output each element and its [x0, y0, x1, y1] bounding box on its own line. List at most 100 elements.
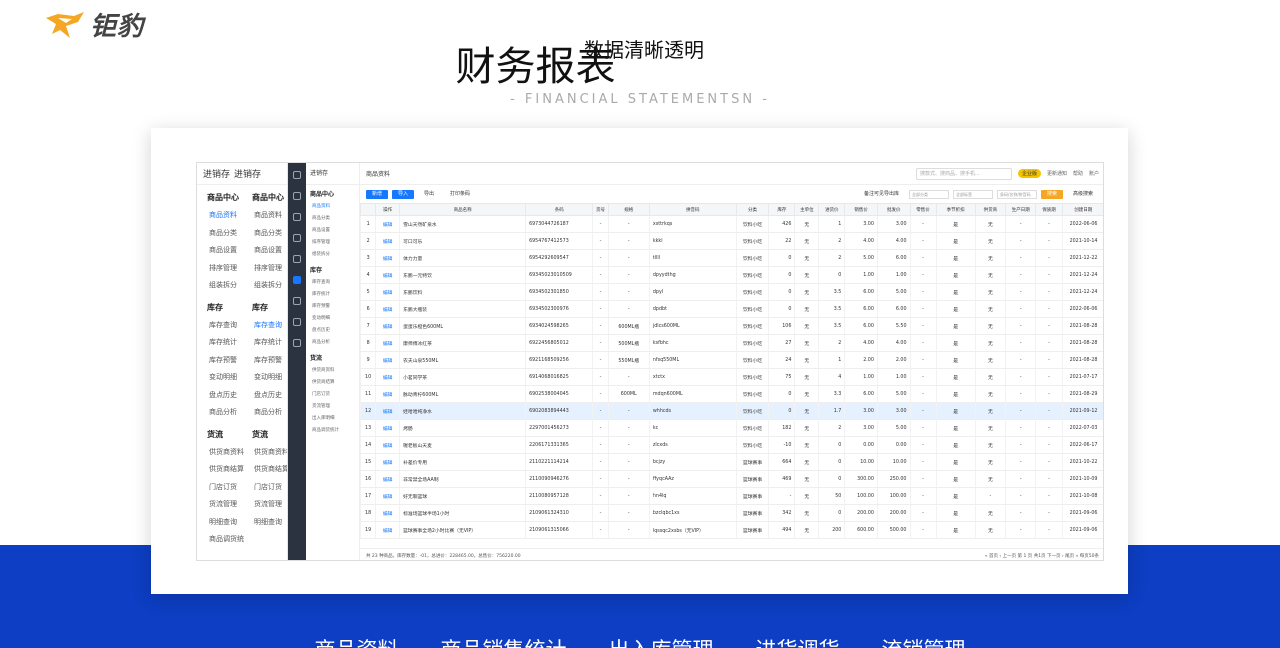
nav-item[interactable]: 库存查询 — [197, 317, 242, 335]
table-row[interactable]: 4 编辑 东鹏一元特饮 69345023010509- - dpyydthg 饮料小吃 0 无 0… — [359, 266, 1103, 284]
shield-icon[interactable] — [293, 234, 301, 242]
table-row[interactable]: 12 编辑 娃哈哈纯净水 6902083894443- - whhcds 饮料小吃 0 无 1.7… — [359, 402, 1103, 420]
search-input[interactable]: 搜款式、搜商品、搜手机... — [915, 167, 1012, 180]
nav-item[interactable]: 商品资料 — [197, 207, 242, 225]
column-header[interactable]: 拼音码 — [648, 203, 737, 216]
nav-item[interactable]: 供货商资料 — [242, 444, 287, 462]
table-row[interactable]: 13 编辑 烤肠 2297001456273- - kc 饮料小吃 182 无 2 3.00 5.00… — [359, 419, 1103, 437]
table-row[interactable]: 18 编辑 标准场篮球半场1小时 2109061324310- - bzclqbc1xs 篮… — [359, 504, 1103, 522]
nav-item[interactable]: 明细查询 — [242, 514, 287, 532]
nav-item[interactable]: 商品调货统 — [197, 531, 244, 549]
nav-item[interactable]: 变动明细 — [306, 313, 359, 325]
edit-link[interactable]: 编辑 — [375, 521, 400, 539]
tv-icon[interactable] — [293, 318, 301, 326]
pager[interactable]: « 首页 ‹ 上一页 第 1 页 共1页 下一页 › 尾页 » 每页50条 — [985, 553, 1099, 559]
edit-link[interactable]: 编辑 — [375, 402, 400, 420]
column-header[interactable] — [359, 203, 377, 216]
column-header[interactable]: 批发价 — [876, 203, 911, 216]
column-header[interactable]: 商品名称 — [399, 203, 527, 216]
tag-select[interactable]: 全部标签 — [952, 189, 993, 199]
nav-item[interactable]: 供货商结算 — [197, 461, 244, 479]
edit-link[interactable]: 编辑 — [375, 232, 400, 250]
nav-item[interactable]: 排序管理 — [306, 237, 359, 249]
search-button[interactable]: 搜索 — [1040, 189, 1063, 199]
advanced-search-button[interactable]: 高级搜索 — [1067, 190, 1099, 199]
bottom-nav-item[interactable]: 商品资料 — [315, 634, 399, 648]
edit-link[interactable]: 编辑 — [375, 300, 400, 318]
nav-item[interactable]: 商品分类 — [306, 213, 359, 225]
column-header[interactable]: 进货价 — [818, 203, 846, 216]
table-row[interactable]: 1 编辑 雪山天然矿泉水 6973044726187- - xsttrkqs 饮料小吃 426… — [359, 215, 1103, 233]
edit-link[interactable]: 编辑 — [375, 368, 400, 386]
table-row[interactable]: 8 编辑 康师傅冰红茶 6922456805012-500ML瓶 ksfbhc 饮料小吃 2… — [359, 334, 1103, 352]
table-row[interactable]: 6 编辑 东鹏大瓶装 6934502300976- - dpdbt 饮料小吃 0 无 3.5 6.0… — [359, 300, 1103, 318]
nav-item[interactable]: 商品分类 — [242, 225, 287, 243]
nav-item[interactable]: 商品分类 — [197, 225, 242, 243]
keyword-input[interactable]: 条码/名称/拼音码 — [996, 189, 1037, 199]
edit-link[interactable]: 编辑 — [375, 419, 400, 437]
edit-link[interactable]: 编辑 — [375, 487, 400, 505]
edit-link[interactable]: 编辑 — [375, 249, 400, 267]
edit-link[interactable]: 编辑 — [375, 351, 400, 369]
nav-item[interactable]: 商品资料 — [306, 201, 359, 213]
column-header[interactable]: 零售价 — [909, 203, 937, 216]
nav-item[interactable]: 库存统计 — [242, 334, 287, 352]
nav-item[interactable]: 库存统计 — [306, 289, 359, 301]
nav-item[interactable]: 盘点历史 — [242, 387, 287, 405]
nav-item[interactable]: 组装拆分 — [242, 277, 287, 295]
inventory-icon[interactable] — [293, 276, 301, 284]
bottom-nav-item[interactable]: 进货调货 — [756, 634, 840, 648]
nav-item[interactable]: 商品分析 — [242, 404, 287, 422]
menu-icon[interactable] — [293, 339, 301, 347]
nav-item[interactable]: 出入库明细 — [306, 413, 359, 425]
table-row[interactable]: 5 编辑 东鹏饮料 6934502301850- - dpyl 饮料小吃 0 无 3.5 6.00 5… — [359, 283, 1103, 301]
column-header[interactable]: 货号 — [592, 203, 609, 216]
edit-link[interactable]: 编辑 — [375, 215, 400, 233]
column-header[interactable]: 库存 — [768, 203, 796, 216]
nav-item[interactable]: 组装拆分 — [197, 277, 242, 295]
edit-link[interactable]: 编辑 — [375, 385, 400, 403]
edit-link[interactable]: 编辑 — [375, 453, 400, 471]
nav-item[interactable]: 库存预警 — [306, 301, 359, 313]
edit-link[interactable]: 编辑 — [375, 504, 400, 522]
nav-item[interactable]: 门店订货 — [197, 479, 242, 497]
edit-link[interactable]: 编辑 — [375, 283, 400, 301]
nav-item[interactable]: 供货商结算 — [306, 377, 359, 389]
notice-link[interactable]: 更新通知 — [1047, 170, 1067, 177]
new-button[interactable]: 新增 — [366, 189, 389, 199]
column-header[interactable]: 销售价 — [844, 203, 878, 216]
nav-item[interactable]: 货流管理 — [242, 496, 287, 514]
logo-icon[interactable] — [293, 171, 301, 179]
nav-item[interactable]: 供货商资料 — [306, 365, 359, 377]
nav-item[interactable]: 盘点历史 — [197, 387, 242, 405]
column-header[interactable]: 生产日期 — [1005, 203, 1037, 216]
nav-item[interactable]: 变动明细 — [242, 369, 287, 387]
nav-item[interactable]: 供货商结算 — [242, 461, 287, 479]
home-icon[interactable] — [293, 192, 301, 200]
nav-item[interactable]: 库存统计 — [197, 334, 242, 352]
nav-item[interactable]: 库存查询 — [242, 317, 287, 335]
table-row[interactable]: 15 编辑 补差价专用 2110221114214- - bcjzy 篮球赛事 664 无 0 10… — [359, 453, 1103, 471]
table-row[interactable]: 14 编辑 喔老板山天麦 2206171331365- - zlcxds 饮料小吃 -10 无 0… — [359, 436, 1103, 454]
nav-item[interactable]: 货流管理 — [306, 401, 359, 413]
nav-item[interactable]: 商品设置 — [242, 242, 287, 260]
bottom-nav-item[interactable]: 出入库管理 — [609, 634, 714, 648]
table-row[interactable]: 19 编辑 篮球赛事全场2小时比赛（无VIP） 2109061315066- - lqss… — [359, 521, 1103, 539]
account-link[interactable]: 账户 — [1089, 170, 1099, 177]
nav-item[interactable]: 排序管理 — [242, 260, 287, 278]
column-header[interactable]: 季节折扣 — [935, 203, 976, 216]
edit-link[interactable]: 编辑 — [375, 436, 400, 454]
table-row[interactable]: 9 编辑 农夫山泉550ML 6921168509256-550ML瓶 nfsq550M… — [359, 351, 1103, 369]
help-link[interactable]: 帮助 — [1073, 170, 1083, 177]
column-header[interactable]: 主单位 — [794, 203, 820, 216]
doc-icon[interactable] — [293, 213, 301, 221]
nav-item[interactable]: 供货商资料 — [197, 444, 244, 462]
column-header[interactable]: 保质期 — [1035, 203, 1063, 216]
nav-item[interactable]: 排序管理 — [197, 260, 242, 278]
column-header[interactable]: 操作 — [375, 203, 401, 216]
nav-item[interactable]: 商品资料 — [242, 207, 287, 225]
table-row[interactable]: 2 编辑 可口可乐 6954767412573- - kkkl 饮料小吃 22 无 2 4.00 4.… — [359, 232, 1103, 250]
column-header[interactable]: 条码 — [525, 203, 594, 216]
nav-item[interactable]: 商品调货统计 — [306, 425, 359, 437]
nav-item[interactable]: 盘点历史 — [306, 325, 359, 337]
